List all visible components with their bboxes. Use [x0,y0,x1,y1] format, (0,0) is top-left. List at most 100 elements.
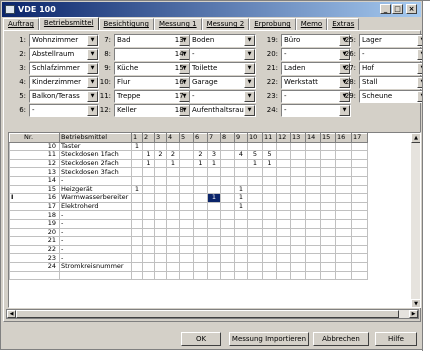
table-row[interactable]: 20- [9,227,368,238]
room-count-cell[interactable] [193,201,208,212]
room-count-cell[interactable] [247,193,263,203]
room-count-cell[interactable] [335,227,352,238]
room-count-cell[interactable] [305,175,321,186]
room-count-cell[interactable] [142,193,155,203]
ok-button[interactable]: OK [181,332,221,346]
table-row[interactable]: 22- [9,244,368,255]
room-count-cell[interactable] [142,253,155,263]
room-count-cell[interactable] [247,210,263,220]
room-count-cell[interactable] [247,261,263,272]
room-count-cell[interactable] [290,244,306,255]
room-count-cell[interactable] [320,244,336,255]
column-header[interactable]: 13 [290,133,306,143]
room-count-cell[interactable] [193,218,208,229]
room-count-cell[interactable] [290,184,306,195]
room-count-cell[interactable] [320,253,336,263]
room-count-cell[interactable] [220,236,235,246]
room-count-cell[interactable] [154,184,167,195]
room-count-cell[interactable] [305,158,321,169]
room-count-cell[interactable] [290,270,306,281]
room-count-cell[interactable] [142,175,155,186]
room-count-cell[interactable] [142,261,155,272]
room-count-cell[interactable] [320,150,336,160]
table-row[interactable]: 21- [9,236,368,246]
room-count-cell[interactable] [234,158,248,169]
room-count-cell[interactable] [193,261,208,272]
table-row[interactable]: 23- [9,253,368,263]
room-select[interactable]: Lager▼ [359,34,429,47]
room-count-cell[interactable] [166,175,180,186]
room-count-cell[interactable] [166,253,180,263]
room-count-cell[interactable] [220,201,235,212]
room-count-cell[interactable] [335,175,352,186]
room-count-cell[interactable] [207,141,221,152]
room-count-cell[interactable] [290,158,306,169]
room-count-cell[interactable] [220,270,235,281]
table-row[interactable]: 19- [9,218,368,229]
room-count-cell[interactable] [335,253,352,263]
room-count-cell[interactable] [131,201,143,212]
room-count-cell[interactable] [276,227,291,238]
table-row[interactable]: 11 Steckdosen 1fach 1 2 2 2 3 4 5 5 [9,150,368,160]
room-count-cell[interactable] [305,184,321,195]
room-count-cell[interactable] [193,175,208,186]
vertical-scrollbar[interactable]: ▲ ▼ [410,133,420,307]
room-count-cell[interactable] [305,193,321,203]
room-count-cell[interactable] [179,218,194,229]
room-count-cell[interactable] [179,158,194,169]
room-count-cell[interactable] [234,175,248,186]
room-count-cell[interactable] [351,150,368,160]
room-count-cell[interactable] [290,210,306,220]
room-count-cell[interactable] [142,218,155,229]
table-row[interactable]: 13 Steckdosen 3fach [9,167,368,177]
column-header[interactable]: 8 [220,133,235,143]
room-count-cell[interactable] [305,270,321,281]
room-count-cell[interactable] [262,175,277,186]
room-count-cell[interactable]: 1 [234,201,248,212]
room-count-cell[interactable]: 5 [262,150,277,160]
column-header[interactable]: 2 [142,133,155,143]
room-count-cell[interactable] [290,193,306,203]
room-count-cell[interactable] [276,141,291,152]
room-select[interactable]: -▼ [359,48,429,61]
room-count-cell[interactable] [276,210,291,220]
room-count-cell[interactable] [262,236,277,246]
room-select[interactable]: Scheune▼ [359,90,429,103]
room-count-cell[interactable] [193,210,208,220]
room-count-cell[interactable] [247,236,263,246]
room-count-cell[interactable] [179,201,194,212]
room-count-cell[interactable] [179,236,194,246]
equipment-name[interactable]: Warmwasserbereiter [59,193,132,203]
room-count-cell[interactable] [220,193,235,203]
room-select[interactable]: Toilette ▼ [189,62,256,75]
room-count-cell[interactable] [247,201,263,212]
equipment-name[interactable] [59,270,132,281]
room-count-cell[interactable] [276,158,291,169]
room-count-cell[interactable] [166,184,180,195]
room-count-cell[interactable] [276,270,291,281]
room-count-cell[interactable] [335,210,352,220]
room-count-cell[interactable] [305,227,321,238]
tab-memo[interactable]: Memo [295,18,328,30]
room-count-cell[interactable] [179,210,194,220]
room-count-cell[interactable] [131,158,143,169]
room-select[interactable]: Hof▼ [359,62,429,75]
column-header[interactable]: 14 [305,133,321,143]
equipment-name[interactable]: Steckdosen 3fach [59,167,132,177]
room-count-cell[interactable] [290,141,306,152]
room-count-cell[interactable] [131,218,143,229]
room-count-cell[interactable] [193,193,208,203]
room-count-cell[interactable] [290,218,306,229]
room-count-cell[interactable] [335,193,352,203]
room-select[interactable]: -▼ [189,90,256,103]
room-count-cell[interactable] [351,244,368,255]
room-count-cell[interactable] [262,253,277,263]
room-count-cell[interactable] [220,184,235,195]
column-header[interactable]: 4 [166,133,180,143]
room-select[interactable]: Stall▼ [359,76,429,89]
room-count-cell[interactable] [351,141,368,152]
room-count-cell[interactable] [234,244,248,255]
room-count-cell[interactable] [207,261,221,272]
room-count-cell[interactable] [320,184,336,195]
room-count-cell[interactable] [154,158,167,169]
